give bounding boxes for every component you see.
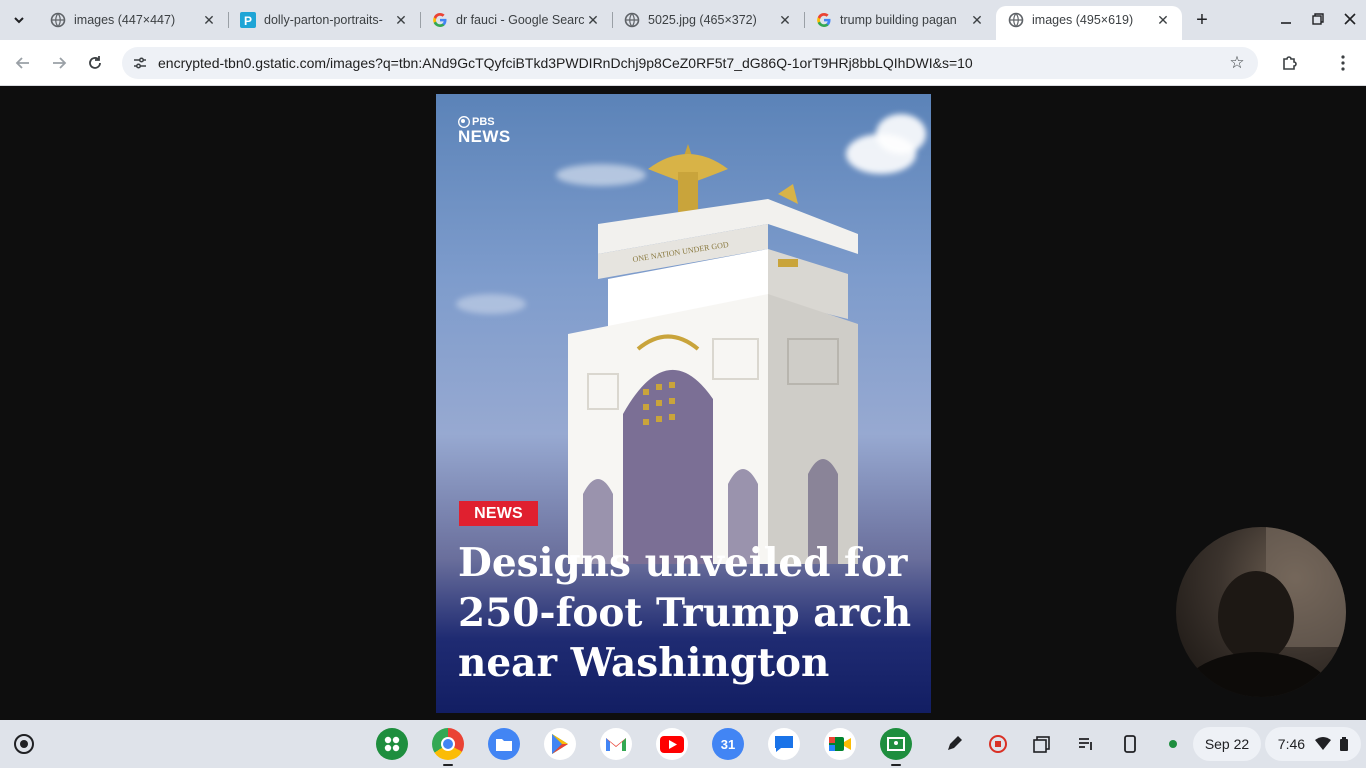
url-text[interactable]: encrypted-tbn0.gstatic.com/images?q=tbn:… (158, 55, 973, 71)
time-text: 7:46 (1277, 736, 1306, 752)
tab-strip: images (447×447) ✕ P dolly-parton-portra… (0, 0, 1366, 40)
gmail-icon[interactable] (600, 728, 632, 760)
close-icon[interactable]: ✕ (584, 11, 602, 29)
clipboard-icon[interactable] (1031, 733, 1053, 755)
reload-icon (89, 56, 101, 69)
tab-title: images (495×619) (1032, 13, 1134, 27)
launcher-button[interactable] (14, 734, 34, 754)
calendar-day-text: 31 (720, 736, 736, 752)
more-vert-icon (1341, 55, 1345, 71)
google-icon (816, 12, 832, 28)
close-icon[interactable]: ✕ (392, 11, 410, 29)
person-silhouette (1176, 527, 1346, 697)
close-icon[interactable]: ✕ (200, 11, 218, 29)
address-bar[interactable]: encrypted-tbn0.gstatic.com/images?q=tbn:… (122, 47, 1258, 79)
tab-images-495-active[interactable]: images (495×619) ✕ (996, 6, 1182, 40)
new-tab-button[interactable]: + (1190, 8, 1214, 32)
headline-line: near Washington (458, 640, 830, 686)
globe-icon (1008, 12, 1024, 28)
app-launcher-icon[interactable] (376, 728, 408, 760)
close-icon (1344, 13, 1356, 25)
tab-5025-jpg[interactable]: 5025.jpg (465×372) ✕ (612, 6, 805, 34)
wifi-icon (1314, 737, 1331, 750)
tab-search-button[interactable] (6, 8, 32, 32)
status-area-button[interactable]: 7:46 (1265, 727, 1361, 761)
battery-icon (1340, 737, 1349, 751)
tab-images-447[interactable]: images (447×447) ✕ (38, 6, 229, 34)
minimize-icon (1281, 22, 1291, 24)
news-text: NEWS (458, 127, 511, 146)
close-window-button[interactable] (1336, 6, 1364, 32)
plus-icon: + (1196, 8, 1208, 31)
close-icon[interactable]: ✕ (968, 11, 986, 29)
headline-line: 250-foot Trump arch (458, 590, 912, 636)
news-image[interactable]: ONE NATION UNDER GOD PBS NEWS NEWS Desig… (436, 94, 931, 713)
arch-illustration: ONE NATION UNDER GOD (568, 144, 858, 564)
tab-dolly-parton[interactable]: P dolly-parton-portraits- ✕ (228, 6, 421, 34)
chrome-icon[interactable] (432, 728, 464, 760)
meet-icon[interactable] (824, 728, 856, 760)
close-icon[interactable]: ✕ (776, 11, 794, 29)
browser-menu-button[interactable] (1330, 50, 1356, 76)
p-icon: P (240, 12, 256, 28)
pbs-news-logo: PBS NEWS (458, 116, 511, 145)
os-shelf: 31 Sep 22 7:46 (0, 720, 1366, 768)
cloud (456, 294, 526, 314)
status-dot-icon (1162, 733, 1184, 755)
globe-icon (624, 12, 640, 28)
forward-button[interactable] (46, 50, 72, 76)
headline: Designs unveiled for 250-foot Trump arch… (458, 538, 918, 688)
playlist-icon[interactable] (1075, 733, 1097, 755)
tab-trump-building[interactable]: trump building pagan ✕ (804, 6, 996, 34)
site-info-icon[interactable] (130, 53, 150, 73)
back-button[interactable] (10, 50, 36, 76)
minimize-button[interactable] (1272, 6, 1300, 32)
close-icon[interactable]: ✕ (1154, 11, 1172, 29)
files-icon[interactable] (488, 728, 520, 760)
running-indicator (891, 764, 901, 766)
messages-icon[interactable] (768, 728, 800, 760)
bookmark-star-icon[interactable]: ☆ (1226, 52, 1248, 74)
browser-toolbar: encrypted-tbn0.gstatic.com/images?q=tbn:… (0, 40, 1366, 86)
calendar-icon[interactable]: 31 (712, 728, 744, 760)
restore-icon (1312, 13, 1324, 25)
headline-line: Designs unveiled for (458, 540, 908, 586)
news-badge: NEWS (459, 501, 538, 526)
reload-button[interactable] (82, 50, 108, 76)
date-button[interactable]: Sep 22 (1193, 727, 1261, 761)
globe-icon (50, 12, 66, 28)
google-icon (432, 12, 448, 28)
svg-text:P: P (244, 14, 252, 28)
tab-title: images (447×447) (74, 13, 176, 27)
running-indicator (443, 764, 453, 766)
page-viewport: ONE NATION UNDER GOD PBS NEWS NEWS Desig… (0, 87, 1366, 720)
arrow-right-icon (53, 57, 67, 69)
chevron-down-icon (14, 17, 24, 24)
date-text: Sep 22 (1204, 736, 1250, 752)
puzzle-icon (1283, 56, 1297, 70)
youtube-icon[interactable] (656, 728, 688, 760)
restore-button[interactable] (1304, 6, 1332, 32)
arrow-left-icon (15, 57, 29, 69)
classroom-icon[interactable] (880, 728, 912, 760)
phone-hub-icon[interactable] (1119, 733, 1141, 755)
webcam-preview[interactable] (1176, 527, 1346, 697)
extensions-button[interactable] (1277, 50, 1303, 76)
tab-title: 5025.jpg (465×372) (648, 13, 757, 27)
pen-icon[interactable] (943, 733, 965, 755)
tab-dr-fauci[interactable]: dr fauci - Google Search ✕ (420, 6, 613, 34)
play-store-icon[interactable] (544, 728, 576, 760)
tab-title: dolly-parton-portraits- (264, 13, 383, 27)
screen-record-stop-icon[interactable] (987, 733, 1009, 755)
tab-title: dr fauci - Google Search (456, 13, 584, 27)
tab-title: trump building pagan (840, 13, 957, 27)
